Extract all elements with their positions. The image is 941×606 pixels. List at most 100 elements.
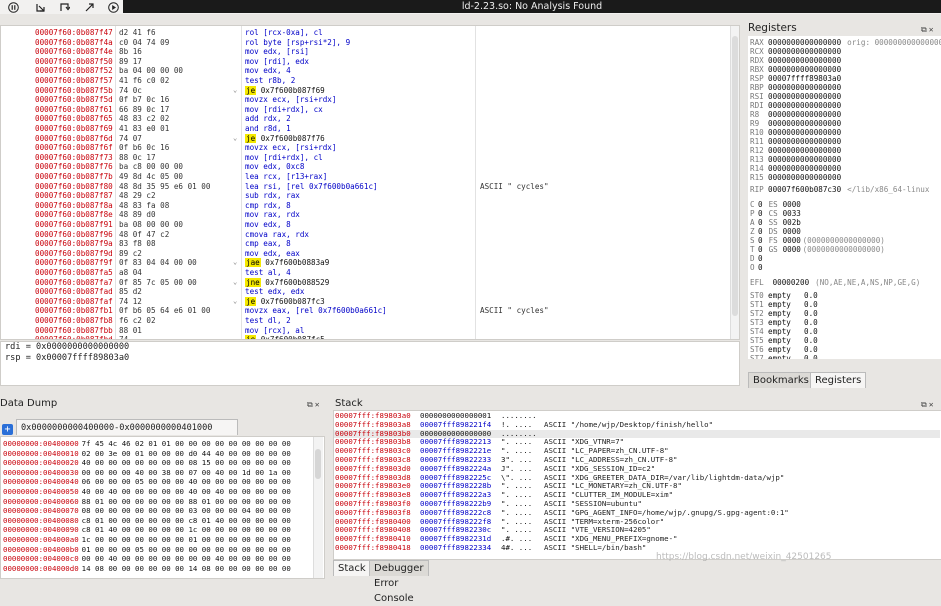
disasm-row[interactable]: 00007f60:0b087fb1 0f b6 05 64 e6 01 00 mov… [1, 306, 730, 316]
dump-row[interactable]: 00000000:00400000 7f 45 4c 46 02 01 01 00… [3, 439, 291, 448]
disasm-row[interactable]: 00007f60:0b087fa5 a8 04 test al, 4 [1, 268, 730, 278]
step-over-icon[interactable] [58, 1, 70, 13]
register-row[interactable]: RSI 0000000000000000 [750, 92, 841, 101]
run-icon[interactable] [107, 1, 119, 13]
fpu-register-row[interactable]: ST2 empty 0.0 [750, 309, 818, 318]
flag-segment-row[interactable]: O0 [750, 263, 769, 272]
disasm-row[interactable]: 00007f60:0b087f47 d2 41 f6 rol [rcx-0xa], … [1, 28, 730, 38]
register-row[interactable]: R10 0000000000000000 [750, 128, 841, 137]
fpu-register-row[interactable]: ST0 empty 0.0 [750, 291, 818, 300]
tab-debugger-error-console[interactable]: Debugger Error Console [369, 560, 429, 604]
dump-row[interactable]: 00000000:004000a0 1c 00 00 00 00 00 00 00… [3, 535, 291, 544]
disasm-row[interactable]: 00007f60:0b087f7b 49 8d 4c 05 00 lea rcx, … [1, 172, 730, 182]
disasm-row[interactable]: 00007f60:0b087f8a 48 83 fa 08 cmp rdx, 8 [1, 201, 730, 211]
add-dump-tab-icon[interactable]: + [2, 424, 13, 435]
disasm-row[interactable]: 00007f60:0b087f50 89 17 mov [rdi], edx [1, 57, 730, 67]
disasm-row[interactable]: 00007f60:0b087f4a c0 04 74 09 rol byte [rs… [1, 38, 730, 48]
disassembly-scrollbar[interactable] [730, 26, 739, 339]
flag-segment-row[interactable]: S 0 FS 0000 (0000000000000000) [750, 236, 885, 245]
register-row-rip[interactable]: RIP 00007f600b087c30 </lib/x86_64-linux [750, 185, 929, 194]
dump-row[interactable]: 00000000:00400090 c8 01 40 00 00 00 00 00… [3, 525, 291, 534]
register-row-efl[interactable]: EFL 00000200 (NO,AE,NE,A,NS,NP,GE,G) [750, 278, 920, 287]
disassembly-view[interactable]: 00007f60:0b087f47 d2 41 f6 rol [rcx-0xa], … [0, 25, 740, 340]
fpu-register-row[interactable]: ST3 empty 0.0 [750, 318, 818, 327]
fpu-register-row[interactable]: ST4 empty 0.0 [750, 327, 818, 336]
panel-float-close-icons[interactable]: ⧉✕ [307, 400, 322, 410]
dump-row[interactable]: 00000000:004000c0 00 00 40 00 00 00 00 00… [3, 554, 291, 563]
stack-row[interactable]: 00007fff:f8980418 00007fff89822334 4#. ...… [334, 543, 940, 553]
disasm-row[interactable]: 00007f60:0b087f6f 0f b6 0c 16 movzx ecx, [… [1, 143, 730, 153]
fpu-register-row[interactable]: ST7 empty 0.0 [750, 354, 818, 359]
flag-segment-row[interactable]: Z 0 DS 0000 [750, 227, 803, 236]
flag-segment-row[interactable]: D0 [750, 254, 769, 263]
disasm-row[interactable]: 00007f60:0b087f96 48 0f 47 c2 cmova rax, r… [1, 230, 730, 240]
fpu-register-row[interactable]: ST1 empty 0.0 [750, 300, 818, 309]
disasm-row[interactable]: 00007f60:0b087f91 ba 08 00 00 00 mov edx, … [1, 220, 730, 230]
panel-float-close-icons[interactable]: ⧉✕ [921, 400, 936, 410]
disasm-row[interactable]: 00007f60:0b087f8e 48 89 d0 mov rax, rdx [1, 210, 730, 220]
stack-view[interactable]: 00007fff:f89803a0 0000000000000001.......… [333, 410, 941, 560]
disasm-row[interactable]: 00007f60:0b087faf 74 12 ⌄ je 0x7f600b087fc3 [1, 296, 730, 307]
disasm-row[interactable]: 00007f60:0b087fbb 88 01 mov [rcx], al [1, 326, 730, 336]
disasm-row[interactable]: 00007f60:0b087f5d 0f b7 0c 16 movzx ecx, [… [1, 95, 730, 105]
disasm-row[interactable]: 00007f60:0b087f57 41 f6 c0 02 test r8b, 2 [1, 76, 730, 86]
flag-segment-row[interactable]: A 0 SS 002b [750, 218, 803, 227]
register-row[interactable]: R9 0000000000000000 [750, 119, 841, 128]
register-row[interactable]: RDX 0000000000000000 [750, 56, 841, 65]
disasm-row[interactable]: 00007f60:0b087f61 66 89 0c 17 mov [rdi+rdx… [1, 105, 730, 115]
disasm-row[interactable]: 00007f60:0b087fbd 74 .. ⌄ je 0x7f600b087fc5 [1, 335, 730, 339]
dump-row[interactable]: 00000000:004000d0 14 08 00 00 00 00 00 00… [3, 564, 291, 573]
dump-row[interactable]: 00000000:00400040 06 00 00 00 05 00 00 00… [3, 477, 291, 486]
panel-float-close-icons[interactable]: ⧉✕ [921, 25, 936, 35]
register-row[interactable]: R8 0000000000000000 [750, 110, 841, 119]
disasm-row[interactable]: 00007f60:0b087f9d 89 c2 mov edx, eax [1, 249, 730, 259]
dump-row[interactable]: 00000000:00400080 c8 01 00 00 00 00 00 00… [3, 516, 291, 525]
disasm-row[interactable]: 00007f60:0b087fad 85 d2 test edx, edx [1, 287, 730, 297]
disasm-row[interactable]: 00007f60:0b087f76 ba c8 00 00 00 mov edx, … [1, 162, 730, 172]
register-row[interactable]: RBX 0000000000000000 [750, 65, 841, 74]
dump-row[interactable]: 00000000:00400020 40 00 00 00 00 00 00 00… [3, 458, 291, 467]
disasm-row[interactable]: 00007f60:0b087f9a 83 f8 08 cmp eax, 8 [1, 239, 730, 249]
register-row[interactable]: RAX 0000000000000000 orig: 000000000000000… [750, 38, 941, 47]
register-row[interactable]: R13 0000000000000000 [750, 155, 841, 164]
register-row[interactable]: R15 0000000000000000 [750, 173, 841, 182]
register-row[interactable]: RBP 0000000000000000 [750, 83, 841, 92]
data-dump-view[interactable]: 00000000:00400000 7f 45 4c 46 02 01 01 00… [0, 436, 325, 579]
flag-segment-row[interactable]: T 0 GS 0000 (0000000000000000) [750, 245, 885, 254]
step-into-icon[interactable] [34, 1, 46, 13]
fpu-register-row[interactable]: ST6 empty 0.0 [750, 345, 818, 354]
dump-row[interactable]: 00000000:00400050 40 00 40 00 00 00 00 00… [3, 487, 291, 496]
flag-segment-row[interactable]: C 0 ES 0000 [750, 200, 803, 209]
dump-scrollbar[interactable] [313, 437, 323, 578]
flag-segment-row[interactable]: P 0 CS 0033 [750, 209, 803, 218]
disasm-row[interactable]: 00007f60:0b087fb8 f6 c2 02 test dl, 2 [1, 316, 730, 326]
register-row[interactable]: RDI 0000000000000000 [750, 101, 841, 110]
disasm-row[interactable]: 00007f60:0b087f4e 8b 16 mov edx, [rsi] [1, 47, 730, 57]
step-out-icon[interactable] [83, 1, 95, 13]
dump-row[interactable]: 00000000:00400060 88 01 00 00 00 00 00 00… [3, 497, 291, 506]
register-row[interactable]: R11 0000000000000000 [750, 137, 841, 146]
disasm-row[interactable]: 00007f60:0b087f80 48 8d 35 95 e6 01 00 lea… [1, 182, 730, 192]
tab-stack[interactable]: Stack [333, 560, 371, 576]
disasm-row[interactable]: 00007f60:0b087f52 ba 04 00 00 00 mov edx, … [1, 66, 730, 76]
registers-view[interactable]: RAX 0000000000000000 orig: 000000000000000… [748, 36, 941, 359]
disasm-row[interactable]: 00007f60:0b087f69 41 83 e0 01 and r8d, 1 [1, 124, 730, 134]
register-row[interactable]: R12 0000000000000000 [750, 146, 841, 155]
register-row[interactable]: RSP 00007ffff89803a0 [750, 74, 841, 83]
dump-tab[interactable]: 0x0000000000400000-0x0000000000401000 [16, 419, 238, 435]
fpu-register-row[interactable]: ST5 empty 0.0 [750, 336, 818, 345]
dump-row[interactable]: 00000000:00400070 08 00 00 00 00 00 00 00… [3, 506, 291, 515]
pause-icon[interactable] [7, 1, 19, 13]
disasm-row[interactable]: 00007f60:0b087f6d 74 07 ⌄ je 0x7f600b087f76 [1, 133, 730, 144]
disasm-row[interactable]: 00007f60:0b087f5b 74 0c ⌄ je 0x7f600b087f69 [1, 85, 730, 96]
disasm-row[interactable]: 00007f60:0b087f65 48 83 c2 02 add rdx, 2 [1, 114, 730, 124]
disasm-row[interactable]: 00007f60:0b087fa7 0f 85 7c 05 00 00 ⌄ jne 0… [1, 277, 730, 288]
dump-row[interactable]: 00000000:004000b0 01 00 00 00 05 00 00 00… [3, 545, 291, 554]
register-row[interactable]: RCX 0000000000000000 [750, 47, 841, 56]
disasm-row[interactable]: 00007f60:0b087f9f 0f 83 04 04 00 00 ⌄ jae 0… [1, 258, 730, 268]
register-row[interactable]: R14 0000000000000000 [750, 164, 841, 173]
tab-bookmarks[interactable]: Bookmarks [748, 372, 814, 388]
disasm-row[interactable]: 00007f60:0b087f73 88 0c 17 mov [rdi+rdx], … [1, 153, 730, 163]
tab-registers[interactable]: Registers [810, 372, 867, 388]
dump-row[interactable]: 00000000:00400010 02 00 3e 00 01 00 00 00… [3, 449, 291, 458]
